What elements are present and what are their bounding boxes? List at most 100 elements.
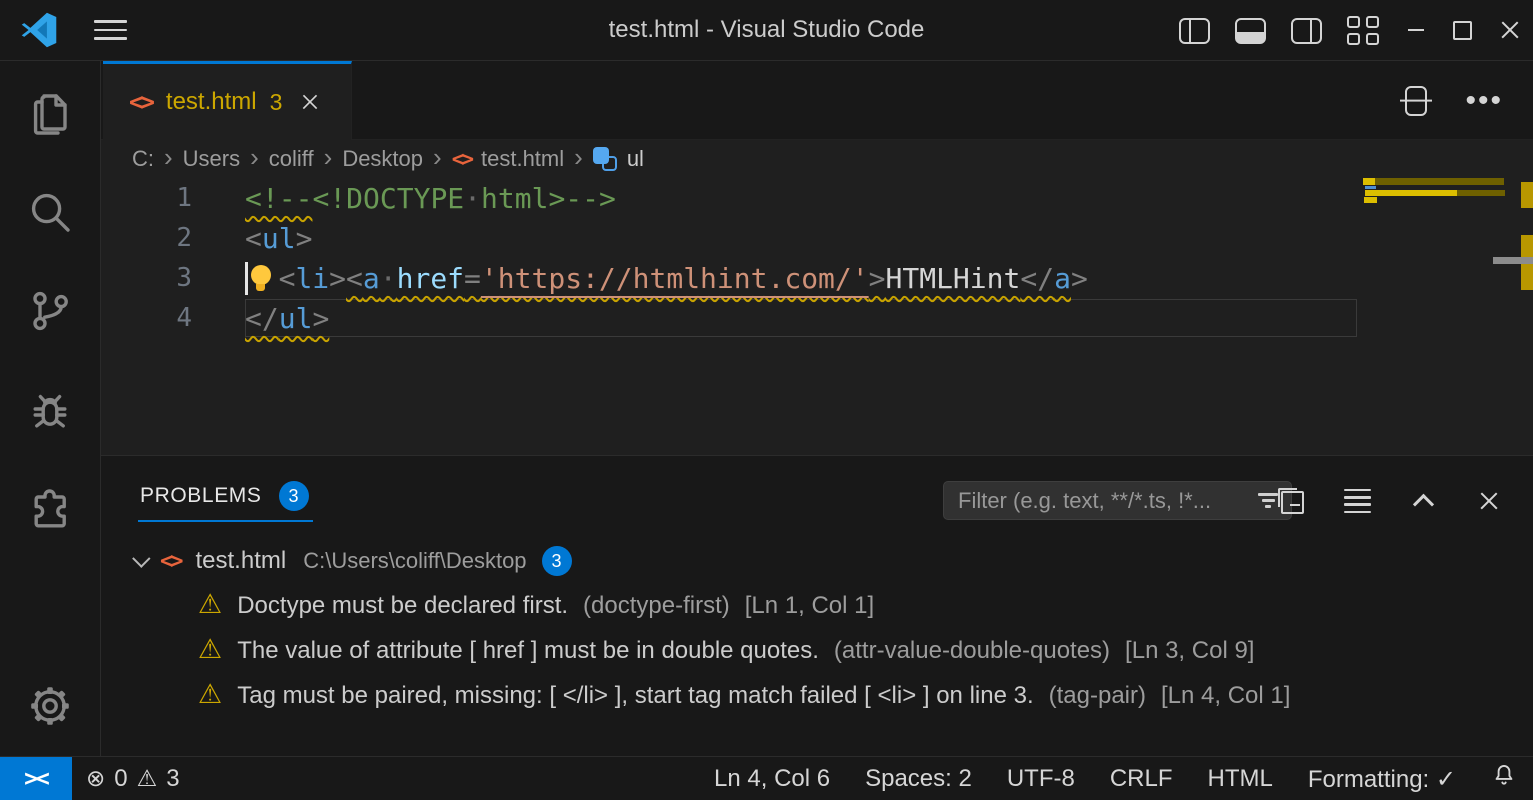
line-number: 2 xyxy=(101,223,192,253)
source-control-icon[interactable] xyxy=(0,275,100,347)
remote-indicator[interactable]: >< xyxy=(0,757,72,800)
split-editor-icon[interactable] xyxy=(1405,86,1427,116)
problem-code: (tag-pair) xyxy=(1049,682,1146,710)
breadcrumb-drive[interactable]: C: xyxy=(132,146,154,172)
code-link-token[interactable]: 'https://htmlhint.com/' xyxy=(481,262,869,295)
layout-controls xyxy=(1179,16,1381,46)
overview-ruler[interactable] xyxy=(1493,140,1533,456)
code-token: < xyxy=(245,222,262,255)
editor-actions: ••• xyxy=(1405,61,1503,140)
file-problem-count-badge: 3 xyxy=(542,546,572,576)
code-line-2[interactable]: 2 <ul> xyxy=(101,218,1533,258)
extensions-icon[interactable] xyxy=(0,474,100,546)
code-editor[interactable]: 1 <!--<!DOCTYPE·html>--> 2 <ul> 3 <li><a… xyxy=(101,178,1533,455)
window-title: test.html - Visual Studio Code xyxy=(609,16,925,44)
breadcrumb-symbol[interactable]: ul xyxy=(627,146,644,172)
more-actions-icon[interactable]: ••• xyxy=(1465,96,1503,106)
explorer-icon[interactable] xyxy=(0,77,100,149)
activity-bar xyxy=(0,61,101,756)
whitespace-dot: · xyxy=(464,182,481,215)
line-number: 1 xyxy=(101,183,192,213)
settings-gear-icon[interactable] xyxy=(0,670,100,742)
problems-file-row[interactable]: <> test.html C:\Users\coliff\Desktop 3 xyxy=(132,539,572,583)
code-token: HTMLHint xyxy=(886,262,1021,295)
code-token: ul xyxy=(279,302,313,335)
html-file-icon: <> xyxy=(452,147,471,171)
toggle-primary-sidebar-icon[interactable] xyxy=(1179,18,1210,44)
chevron-down-icon[interactable] xyxy=(132,549,150,567)
breadcrumb-users[interactable]: Users xyxy=(183,146,240,172)
run-debug-icon[interactable] xyxy=(0,375,100,447)
code-token: < xyxy=(279,262,296,295)
code-token: a xyxy=(363,262,380,295)
formatting-item[interactable]: Formatting: ✓ xyxy=(1308,765,1456,794)
text-cursor xyxy=(245,262,248,295)
breadcrumb-coliff[interactable]: coliff xyxy=(269,146,314,172)
code-token: html>--> xyxy=(481,182,616,215)
code-line-4[interactable]: 4 </ul> xyxy=(101,298,1533,338)
cursor-position-item[interactable]: Ln 4, Col 6 xyxy=(714,765,830,793)
toggle-panel-icon[interactable] xyxy=(1235,18,1266,44)
problem-location: [Ln 3, Col 9] xyxy=(1125,637,1254,665)
remote-icon: >< xyxy=(24,766,48,792)
filter-input[interactable] xyxy=(958,488,1257,514)
close-window-button[interactable] xyxy=(1486,0,1533,60)
title-bar: test.html - Visual Studio Code xyxy=(0,0,1533,61)
search-icon[interactable] xyxy=(0,176,100,248)
code-token: < xyxy=(346,262,363,295)
tab-close-icon[interactable] xyxy=(302,94,319,111)
view-as-table-icon[interactable] xyxy=(1341,485,1373,517)
breadcrumb-file[interactable]: test.html xyxy=(481,146,564,172)
panel-tab-problems[interactable]: PROBLEMS 3 xyxy=(140,481,309,511)
warning-icon: ⚠ xyxy=(198,636,222,663)
encoding-item[interactable]: UTF-8 xyxy=(1007,765,1075,793)
minimap[interactable] xyxy=(1363,176,1504,306)
language-mode-item[interactable]: HTML xyxy=(1208,765,1273,793)
problems-filter xyxy=(943,481,1292,520)
code-token: > xyxy=(869,262,886,295)
lightbulb-icon[interactable] xyxy=(250,263,272,293)
minimize-button[interactable] xyxy=(1392,0,1439,60)
collapse-all-icon[interactable] xyxy=(1275,485,1307,517)
check-icon: ✓ xyxy=(1436,765,1456,793)
maximize-panel-icon[interactable] xyxy=(1407,485,1439,517)
tab-test-html[interactable]: <> test.html 3 xyxy=(103,61,352,140)
eol-item[interactable]: CRLF xyxy=(1110,765,1173,793)
breadcrumb-separator: › xyxy=(433,142,442,173)
code-token: > xyxy=(329,262,346,295)
breadcrumb-desktop[interactable]: Desktop xyxy=(342,146,423,172)
problem-row-1[interactable]: ⚠ Doctype must be declared first. (docty… xyxy=(198,583,874,628)
indentation-item[interactable]: Spaces: 2 xyxy=(865,765,972,793)
toggle-secondary-sidebar-icon[interactable] xyxy=(1291,18,1322,44)
problem-location: [Ln 4, Col 1] xyxy=(1161,682,1290,710)
status-bar-right: Ln 4, Col 6 Spaces: 2 UTF-8 CRLF HTML Fo… xyxy=(714,757,1517,800)
maximize-button[interactable] xyxy=(1439,0,1486,60)
window-controls xyxy=(1392,0,1533,60)
problem-code: (doctype-first) xyxy=(583,592,730,620)
problem-row-3[interactable]: ⚠ Tag must be paired, missing: [ </li> ]… xyxy=(198,673,1290,718)
code-line-3[interactable]: 3 <li><a·href='https://htmlhint.com/'>HT… xyxy=(101,258,1533,298)
symbol-element-icon xyxy=(593,147,617,171)
problem-message: The value of attribute [ href ] must be … xyxy=(237,637,819,665)
panel-actions xyxy=(1275,483,1505,519)
code-token: > xyxy=(312,302,329,335)
code-token: > xyxy=(1071,262,1088,295)
problem-message: Tag must be paired, missing: [ </li> ], … xyxy=(237,682,1033,710)
problems-count-badge: 3 xyxy=(279,481,309,511)
whitespace-dot: · xyxy=(380,262,397,295)
problems-panel: PROBLEMS 3 <> test.html C:\Users\coliff\… xyxy=(101,455,1533,756)
breadcrumb-separator: › xyxy=(324,142,333,173)
problem-row-2[interactable]: ⚠ The value of attribute [ href ] must b… xyxy=(198,628,1254,673)
code-line-1[interactable]: 1 <!--<!DOCTYPE·html>--> xyxy=(101,178,1533,218)
customize-layout-icon[interactable] xyxy=(1347,16,1381,46)
code-token: li xyxy=(295,262,329,295)
breadcrumb-separator: › xyxy=(250,142,259,173)
formatting-label: Formatting: xyxy=(1308,766,1429,793)
notifications-bell-icon[interactable] xyxy=(1491,762,1517,796)
problems-status-item[interactable]: ⊗ 0 ⚠ 3 xyxy=(86,757,180,800)
menu-hamburger-icon[interactable] xyxy=(94,20,130,42)
active-panel-tab-underline xyxy=(138,520,313,522)
problem-message: Doctype must be declared first. xyxy=(237,592,568,620)
close-panel-icon[interactable] xyxy=(1473,485,1505,517)
code-token: <!DOCTYPE xyxy=(312,182,464,215)
